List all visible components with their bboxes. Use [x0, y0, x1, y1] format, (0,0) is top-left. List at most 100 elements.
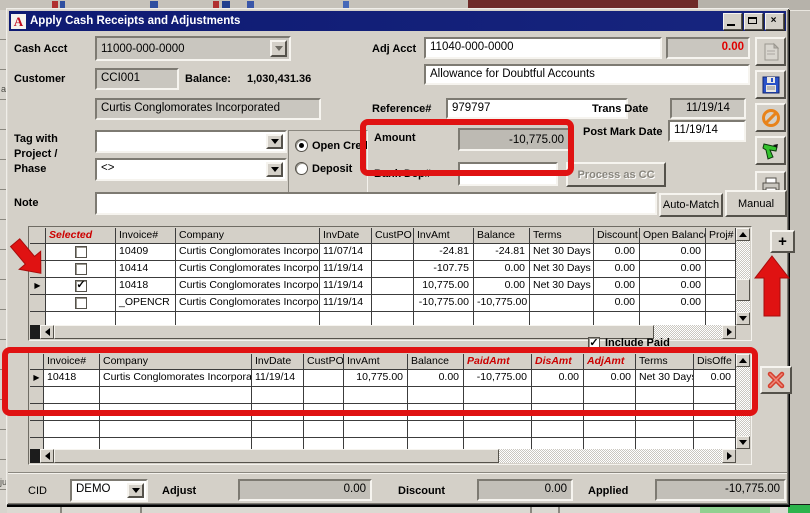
grid-row[interactable]: _OPENCRCurtis Conglomorates Incorporated… — [30, 295, 736, 312]
chevron-down-icon — [132, 488, 140, 493]
scroll-left-button[interactable] — [40, 325, 54, 339]
grid-header-discount: Discount — [594, 228, 640, 244]
note-label: Note — [14, 197, 38, 209]
discount-value: 0.00 — [545, 483, 567, 495]
grid2-vertical-scrollbar[interactable] — [736, 354, 750, 449]
background-icon-fragment — [222, 1, 230, 8]
grid-cell-balance: 0.00 — [474, 278, 530, 295]
grid-cell — [44, 421, 100, 438]
row-select-checkbox[interactable] — [75, 263, 87, 275]
include-paid-row[interactable]: ✓ Include Paid — [588, 337, 670, 349]
scroll-up-button[interactable] — [736, 354, 750, 367]
save-button[interactable] — [755, 70, 786, 99]
grid-cell-open_balance: 0.00 — [640, 278, 706, 295]
scroll-track[interactable] — [499, 449, 722, 463]
grid-row[interactable]: 10414Curtis Conglomorates Incorporated11… — [30, 261, 736, 278]
scrollbar-split-box[interactable] — [30, 325, 40, 339]
scroll-thumb[interactable] — [54, 325, 654, 339]
grid-header-marker — [30, 354, 44, 370]
maximize-button[interactable] — [744, 13, 763, 30]
grid-header-selected: Selected — [46, 228, 116, 244]
grid1-vertical-scrollbar[interactable] — [736, 228, 750, 325]
project-combo[interactable] — [95, 130, 287, 153]
minimize-button[interactable] — [723, 13, 742, 30]
cash-acct-combo[interactable]: 11000-000-0000 — [95, 36, 291, 61]
deposit-radio[interactable] — [295, 162, 308, 175]
grid-cell-proj — [706, 295, 736, 312]
close-button[interactable]: × — [765, 13, 784, 30]
open-credit-radio[interactable] — [295, 139, 308, 152]
grid-cell-invoice: 10409 — [116, 244, 176, 261]
phase-combo[interactable]: <> — [95, 158, 287, 181]
remove-applied-row-button[interactable] — [760, 366, 792, 394]
applied-value: -10,775.00 — [725, 483, 780, 495]
grid-cell — [30, 404, 44, 421]
scroll-track[interactable] — [736, 301, 750, 312]
title-bar[interactable]: A Apply Cash Receipts and Adjustments × — [9, 11, 786, 31]
triangle-left-icon — [45, 452, 50, 460]
grid-cell-invdate: 11/19/14 — [320, 261, 372, 278]
bank-dep-input[interactable] — [458, 162, 558, 186]
grid-cell-proj — [706, 244, 736, 261]
grid-cell-paidamt: -10,775.00 — [464, 370, 532, 387]
grid-cell — [100, 387, 252, 404]
include-paid-checkbox[interactable]: ✓ — [588, 337, 600, 349]
scroll-right-button[interactable] — [722, 449, 736, 463]
report-button[interactable] — [755, 37, 786, 66]
note-input[interactable] — [95, 192, 657, 215]
deposit-radio-row[interactable]: Deposit — [295, 162, 367, 175]
auto-match-button[interactable]: Auto-Match — [659, 193, 723, 217]
grid-cell — [304, 421, 344, 438]
reference-value: 979797 — [452, 102, 490, 114]
cash-acct-dropdown-button[interactable] — [270, 40, 287, 57]
scroll-thumb[interactable] — [736, 279, 750, 301]
grid-cell-selected — [46, 244, 116, 261]
scroll-down-button[interactable] — [736, 436, 750, 449]
row-select-checkbox[interactable]: ✓ — [75, 280, 87, 292]
scroll-track[interactable] — [736, 241, 750, 279]
scroll-right-button[interactable] — [722, 325, 736, 339]
cancel-button[interactable] — [755, 103, 786, 132]
cid-dropdown-button[interactable] — [127, 483, 144, 498]
post-mark-date-input[interactable]: 11/19/14 — [668, 120, 746, 142]
grid-row[interactable]: 10409Curtis Conglomorates Incorporated11… — [30, 244, 736, 261]
grid2-horizontal-scrollbar[interactable] — [30, 449, 736, 463]
grid-cell — [694, 404, 736, 421]
grid-cell-marker — [30, 244, 46, 261]
cid-combo[interactable]: DEMO — [70, 479, 148, 502]
row-select-checkbox[interactable] — [75, 246, 87, 258]
grid-cell — [252, 404, 304, 421]
adj-acct-name-field[interactable]: Allowance for Doubtful Accounts — [424, 64, 750, 85]
grid-cell — [304, 404, 344, 421]
triangle-down-icon — [739, 316, 747, 321]
manual-button[interactable]: Manual — [725, 190, 787, 217]
scroll-up-button[interactable] — [736, 228, 750, 241]
grid-row[interactable]: ▶10418Curtis Conglomorates Incorporated1… — [30, 370, 736, 387]
grid-header-custpo: CustPO — [304, 354, 344, 370]
scroll-down-button[interactable] — [736, 312, 750, 325]
maximize-icon — [748, 17, 757, 24]
row-select-checkbox[interactable] — [75, 297, 87, 309]
grid-row[interactable]: ▶✓10418Curtis Conglomorates Incorporated… — [30, 278, 736, 295]
grid-cell — [584, 421, 636, 438]
grid-cell — [636, 387, 694, 404]
grid-cell-invoice: 10414 — [116, 261, 176, 278]
grid-cell-open_balance: 0.00 — [640, 261, 706, 278]
phase-dropdown-button[interactable] — [266, 162, 283, 177]
customer-code-field[interactable]: CCI001 — [95, 68, 179, 90]
scroll-left-button[interactable] — [40, 449, 54, 463]
grid-cell — [464, 404, 532, 421]
project-dropdown-button[interactable] — [266, 134, 283, 149]
grid-cell — [100, 421, 252, 438]
scrollbar-split-box[interactable] — [30, 449, 40, 463]
scroll-track[interactable] — [736, 367, 750, 436]
background-gridline — [140, 506, 142, 513]
adj-acct-input[interactable]: 11040-000-0000 — [424, 37, 662, 59]
scroll-thumb[interactable] — [54, 449, 499, 463]
grid-cell — [464, 421, 532, 438]
open-credit-radio-row[interactable]: Open Credit — [295, 139, 367, 152]
grid-cell — [344, 421, 408, 438]
drill-down-button[interactable] — [755, 136, 786, 165]
add-invoice-button[interactable]: + — [770, 230, 795, 253]
trans-date-value: 11/19/14 — [686, 102, 730, 114]
